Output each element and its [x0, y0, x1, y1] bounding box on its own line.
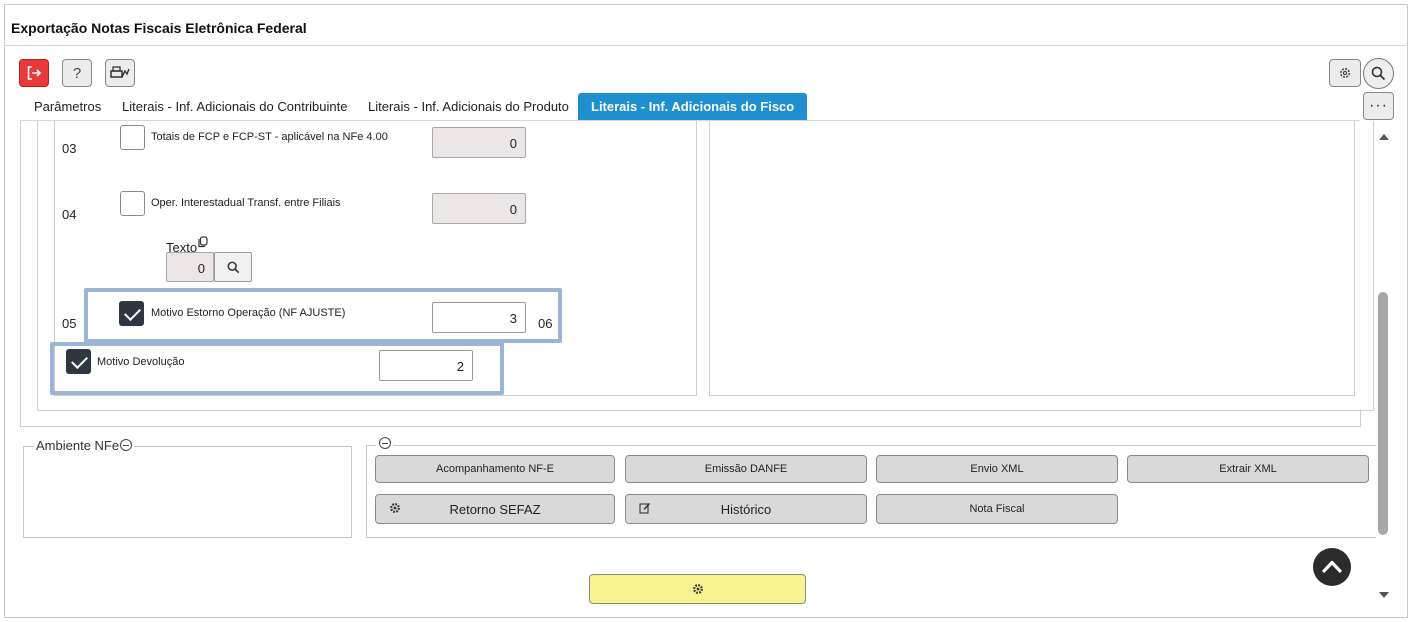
- retorno-sefaz-button[interactable]: Retorno SEFAZ: [375, 494, 615, 524]
- tab-literais-fisco[interactable]: Literais - Inf. Adicionais do Fisco: [578, 93, 808, 121]
- collapse-icon[interactable]: [120, 439, 133, 451]
- motivo-devolucao-value-field[interactable]: 2: [379, 350, 473, 381]
- print-icon: [110, 66, 130, 78]
- scroll-to-top-button[interactable]: [1313, 548, 1351, 586]
- checkbox-motivo-estorno[interactable]: [119, 301, 144, 326]
- tab-literais-contribuinte[interactable]: Literais - Inf. Adicionais do Contribuin…: [122, 99, 347, 114]
- scrollbar-thumb[interactable]: [1378, 292, 1388, 535]
- copy-icon: [198, 236, 208, 248]
- checkbox-label: Totais de FCP e FCP-ST - aplicável na NF…: [151, 131, 388, 143]
- envio-xml-button[interactable]: Envio XML: [876, 455, 1118, 483]
- row-number: 06: [538, 316, 553, 331]
- checkbox-fcp[interactable]: [120, 125, 145, 150]
- ambiente-nfe-legend[interactable]: Ambiente NFe: [34, 438, 135, 453]
- print-button[interactable]: [105, 59, 135, 87]
- edit-icon: [639, 503, 651, 514]
- acompanhamento-nfe-button[interactable]: Acompanhamento NF-E: [375, 455, 615, 483]
- checkbox-label: Oper. Interestadual Transf. entre Filiai…: [151, 197, 341, 209]
- text-panel: [709, 121, 1355, 396]
- title-divider: [5, 45, 1408, 46]
- chevron-up-icon: [1322, 560, 1342, 573]
- help-button[interactable]: ?: [62, 59, 92, 87]
- extrair-xml-button[interactable]: Extrair XML: [1127, 455, 1369, 483]
- checkbox-label: Motivo Devolução: [97, 356, 185, 368]
- motivo-estorno-value-field[interactable]: 3: [432, 302, 526, 333]
- scroll-up-arrow[interactable]: [1379, 134, 1389, 140]
- tab-parametros[interactable]: Parâmetros: [34, 99, 101, 114]
- search-icon: [227, 261, 239, 273]
- ellipsis-icon: ···: [1369, 97, 1388, 114]
- scroll-down-arrow[interactable]: [1379, 592, 1389, 598]
- row-number: 05: [62, 316, 77, 331]
- search-button[interactable]: [1363, 58, 1394, 89]
- nota-fiscal-button[interactable]: Nota Fiscal: [876, 494, 1118, 524]
- exit-icon: [27, 66, 42, 80]
- fcp-value-field[interactable]: 0: [432, 127, 526, 158]
- historico-button[interactable]: Histórico: [625, 494, 867, 524]
- checkbox-label: Motivo Estorno Operação (NF AJUSTE): [151, 307, 346, 319]
- texto-value-field[interactable]: 0: [166, 252, 214, 282]
- gear-icon: [390, 503, 400, 513]
- row-number: 03: [62, 141, 77, 156]
- exit-button[interactable]: [19, 59, 49, 87]
- checkbox-transf-filiais[interactable]: [120, 191, 145, 216]
- search-icon: [1371, 66, 1386, 81]
- gear-icon: [692, 584, 703, 594]
- actions-legend[interactable]: [376, 436, 393, 451]
- settings-button[interactable]: [1329, 59, 1361, 87]
- more-options-button[interactable]: ···: [1363, 92, 1394, 120]
- ambiente-nfe-fieldset: [23, 446, 352, 538]
- texto-lookup-button[interactable]: [214, 252, 252, 282]
- emissao-danfe-button[interactable]: Emissão DANFE: [625, 455, 867, 483]
- transf-filiais-value-field[interactable]: 0: [432, 193, 526, 224]
- collapse-icon[interactable]: [379, 437, 391, 449]
- row-number: 04: [62, 207, 77, 222]
- window-title: Exportação Notas Fiscais Eletrônica Fede…: [11, 20, 307, 36]
- tab-literais-produto[interactable]: Literais - Inf. Adicionais do Produto: [368, 99, 569, 114]
- checkbox-motivo-devolucao[interactable]: [66, 349, 91, 374]
- help-icon: ?: [72, 64, 82, 82]
- process-button[interactable]: [589, 574, 806, 604]
- gear-icon: [1340, 68, 1350, 78]
